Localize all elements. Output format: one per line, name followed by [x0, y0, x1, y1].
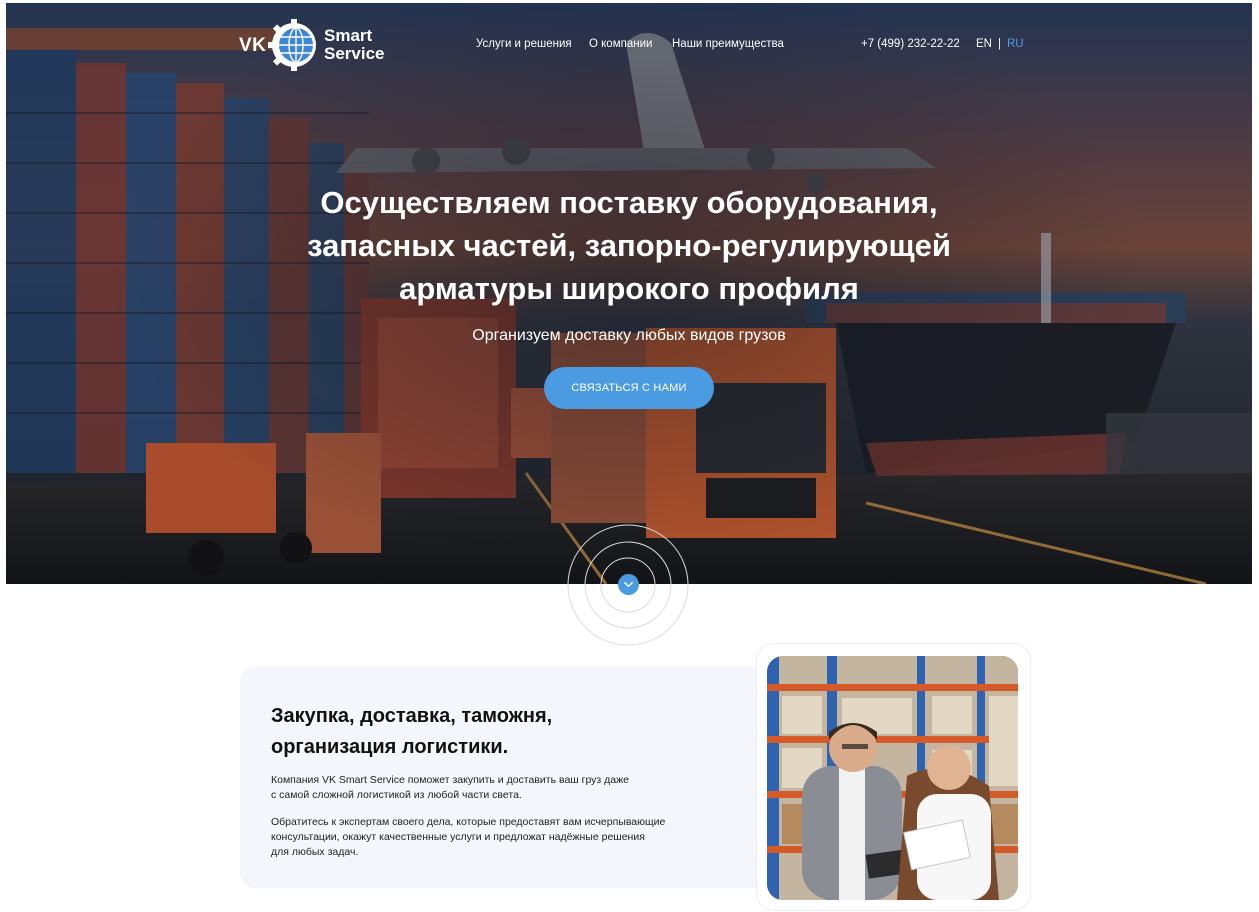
hero-section: VK Smart Service Услуги и решения О комп…: [6, 3, 1252, 584]
hero-subtitle: Организуем доставку любых видов грузов: [472, 327, 786, 344]
hero-title-line2: запасных частей, запорно-регулирующей: [307, 228, 951, 263]
nav-about-link[interactable]: О компании: [589, 38, 652, 50]
services-card: Закупка, доставка, таможня, организация …: [240, 667, 780, 888]
hero-title-line3: арматуры широкого профиля: [399, 271, 859, 306]
services-title-line2: организация логистики.: [271, 736, 509, 758]
warehouse-image: [767, 656, 1018, 900]
brand-line1: Smart: [324, 26, 373, 45]
chevron-down-icon: [624, 581, 633, 588]
p1-line2: с самой сложной логистикой из любой част…: [271, 789, 522, 801]
services-paragraph-1: Компания VK Smart Service поможет закупи…: [271, 773, 691, 803]
phone-link[interactable]: +7 (499) 232-22-22: [861, 38, 960, 50]
globe-gear-icon: [268, 19, 316, 71]
services-title: Закупка, доставка, таможня, организация …: [271, 701, 691, 763]
warehouse-photo: [767, 656, 1018, 900]
p1-line1: Компания VK Smart Service поможет закупи…: [271, 774, 629, 786]
services-title-line1: Закупка, доставка, таможня,: [271, 705, 553, 727]
brand-line2: Service: [324, 44, 385, 63]
services-paragraph-2: Обратитесь к экспертам своего дела, кото…: [271, 815, 701, 860]
brand-logo[interactable]: VK Smart Service: [239, 17, 399, 71]
contact-us-button[interactable]: СВЯЗАТЬСЯ С НАМИ: [544, 367, 714, 409]
p2-line3: для любых задач.: [271, 846, 359, 858]
nav-services-link[interactable]: Услуги и решения: [476, 38, 572, 50]
nav-advantages-link[interactable]: Наши преимущества: [672, 38, 784, 50]
hero-title: Осуществляем поставку оборудования, запа…: [206, 181, 1052, 310]
hero-title-line1: Осуществляем поставку оборудования,: [320, 185, 938, 220]
language-switcher: EN | RU: [976, 38, 1024, 50]
brand-vk: VK: [239, 35, 267, 56]
lang-ru[interactable]: RU: [1007, 38, 1024, 50]
lang-en[interactable]: EN: [976, 38, 992, 50]
scroll-down-button[interactable]: [618, 574, 639, 595]
p2-line1: Обратитесь к экспертам своего дела, кото…: [271, 816, 666, 828]
p2-line2: консультации, окажут качественные услуги…: [271, 831, 645, 843]
lang-separator: |: [997, 38, 1001, 50]
page: VK Smart Service Услуги и решения О комп…: [6, 3, 1252, 912]
brand-name: Smart Service: [324, 27, 385, 63]
